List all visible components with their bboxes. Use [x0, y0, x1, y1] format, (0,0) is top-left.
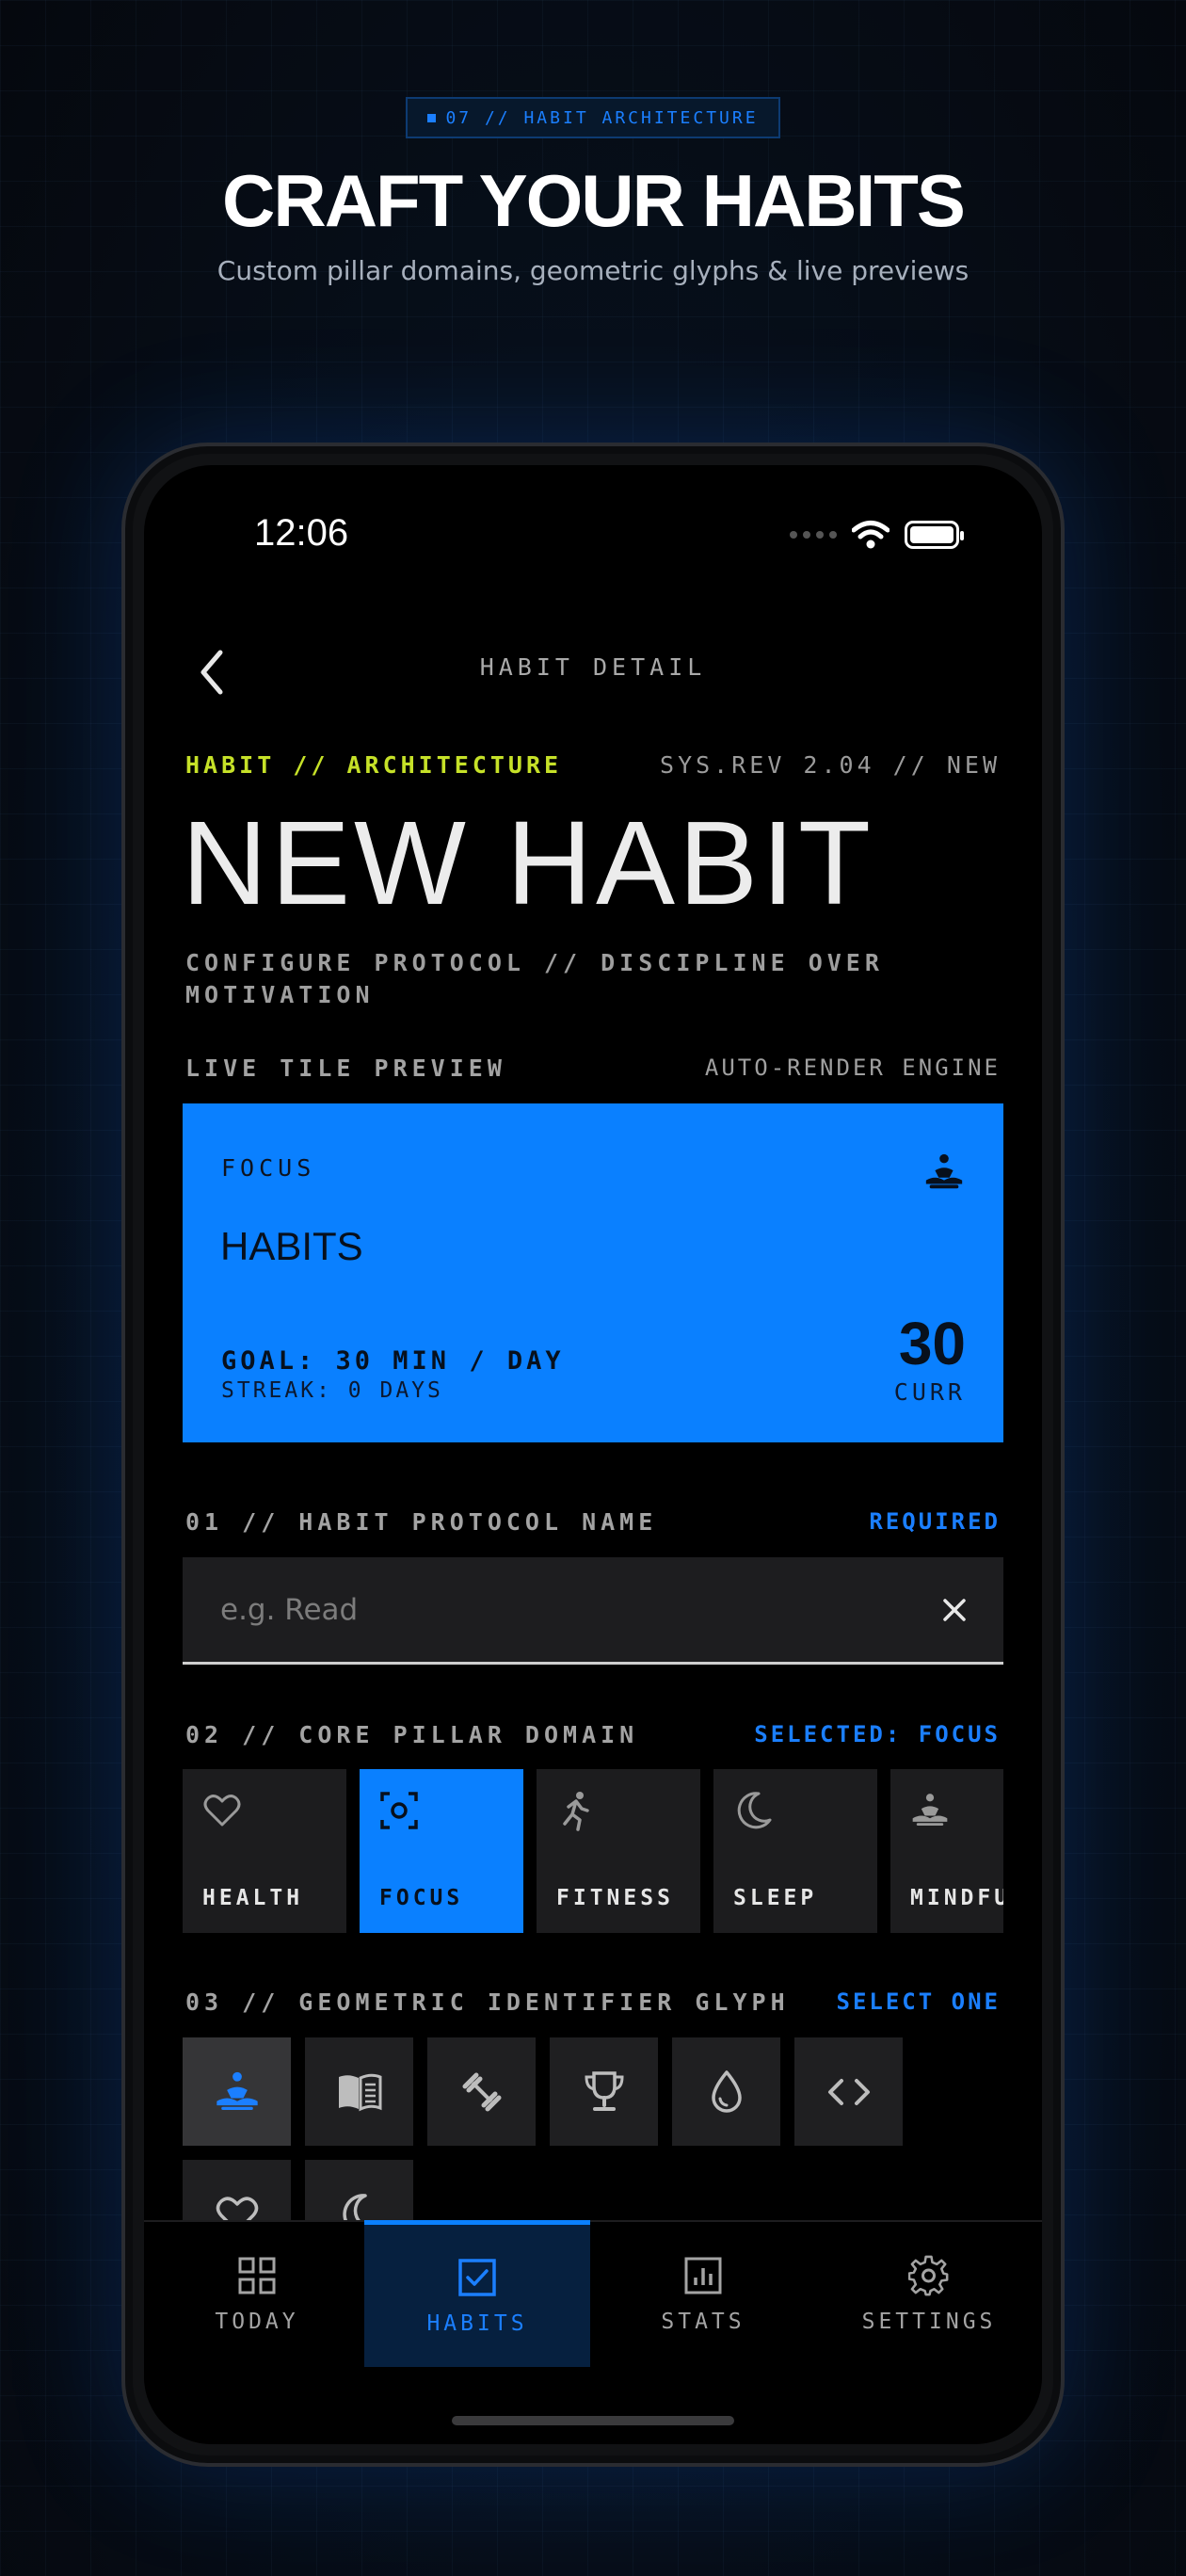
phone-screen: 12:06 HABIT DETAIL HABIT // ARCHITECTURE…: [144, 465, 1042, 2444]
status-time: 12:06: [254, 512, 349, 554]
tab-habits[interactable]: HABITS: [364, 2220, 590, 2367]
water-drop-icon: [711, 2069, 742, 2113]
tab-stats[interactable]: STATS: [590, 2222, 816, 2367]
marketing-subtitle: Custom pillar domains, geometric glyphs …: [216, 255, 970, 286]
pillar-selected-label: SELECTED: FOCUS: [754, 1721, 1001, 1747]
pillar-scroller[interactable]: HEALTH FOCUS FITNESS SLEEP MINDFU: [183, 1769, 1003, 1933]
battery-icon: [905, 521, 964, 549]
bar-chart-icon: [684, 2257, 722, 2294]
pillar-sleep[interactable]: SLEEP: [713, 1769, 877, 1933]
eyebrow-text: 07 // HABIT ARCHITECTURE: [445, 107, 759, 128]
kicker-right: SYS.REV 2.04 // NEW: [660, 751, 1001, 779]
meditation-icon: [912, 1794, 948, 1827]
marketing-title: CRAFT YOUR HABITS: [222, 159, 966, 242]
pillar-fitness[interactable]: FITNESS: [537, 1769, 700, 1933]
page-title: NEW HABIT: [182, 797, 875, 929]
tab-today[interactable]: TODAY: [144, 2222, 370, 2367]
meditation-icon: [925, 1153, 963, 1189]
pillar-label: MINDFU: [910, 1886, 1003, 1910]
tab-label: STATS: [661, 2310, 745, 2334]
checkbox-icon: [458, 2258, 496, 2296]
pillar-section-label: 02 // CORE PILLAR DOMAIN: [185, 1721, 639, 1748]
glyph-option-dumbbell[interactable]: [427, 2037, 536, 2146]
preview-engine-label: AUTO-RENDER ENGINE: [704, 1055, 1001, 1081]
tab-label: HABITS: [426, 2310, 528, 2336]
glyph-option-trophy[interactable]: [550, 2037, 658, 2146]
glyph-select-label: SELECT ONE: [836, 1988, 1001, 2015]
kicker-left: HABIT // ARCHITECTURE: [185, 751, 563, 779]
focus-icon: [380, 1792, 418, 1829]
tab-label: TODAY: [215, 2310, 299, 2334]
habit-name-input[interactable]: [220, 1557, 879, 1662]
tile-unit: CURR: [893, 1378, 966, 1406]
wifi-icon: [852, 521, 890, 549]
close-icon: [943, 1599, 966, 1621]
pillar-label: FOCUS: [379, 1886, 464, 1910]
dumbbell-icon: [462, 2072, 501, 2111]
nav-title: HABIT DETAIL: [479, 653, 707, 681]
page-subtitle: CONFIGURE PROTOCOL // DISCIPLINE OVER MO…: [185, 949, 884, 1008]
tile-goal: GOAL: 30 MIN / DAY: [221, 1346, 565, 1376]
pillar-health[interactable]: HEALTH: [183, 1769, 346, 1933]
pillar-label: HEALTH: [202, 1886, 304, 1910]
glyph-option-code[interactable]: [794, 2037, 903, 2146]
required-label: REQUIRED: [869, 1508, 1001, 1535]
tile-category: FOCUS: [221, 1154, 316, 1182]
clear-input-button[interactable]: [936, 1591, 973, 1629]
tile-value: 30: [898, 1310, 966, 1377]
glyph-option-water[interactable]: [672, 2037, 780, 2146]
code-icon: [827, 2078, 870, 2105]
glyph-section-label: 03 // GEOMETRIC IDENTIFIER GLYPH: [185, 1988, 790, 2016]
preview-label: LIVE TILE PREVIEW: [185, 1055, 506, 1082]
glyph-option-book[interactable]: [305, 2037, 413, 2146]
tab-settings[interactable]: SETTINGS: [816, 2222, 1042, 2367]
pillar-list: HEALTH FOCUS FITNESS SLEEP MINDFU: [183, 1769, 1003, 1933]
moon-icon: [737, 1792, 772, 1829]
name-section-label: 01 // HABIT PROTOCOL NAME: [185, 1508, 658, 1536]
habit-name-field[interactable]: [183, 1557, 1003, 1665]
tab-bar: TODAY HABITS STATS SETTINGS: [144, 2220, 1042, 2444]
heart-icon: [203, 1795, 241, 1827]
pillar-label: FITNESS: [556, 1886, 674, 1910]
square-icon: [427, 113, 437, 122]
pillar-mindfulness[interactable]: MINDFU: [890, 1769, 1003, 1933]
trophy-icon: [584, 2070, 624, 2111]
pillar-focus[interactable]: FOCUS: [360, 1769, 523, 1933]
gear-icon: [908, 2255, 949, 2296]
signal-icon: [790, 531, 837, 539]
grid-icon: [238, 2257, 276, 2294]
tile-habit-name: HABITS: [220, 1224, 363, 1268]
glyph-option-meditation[interactable]: [183, 2037, 291, 2146]
running-icon: [563, 1792, 589, 1831]
meditation-icon: [216, 2071, 258, 2110]
tab-label: SETTINGS: [861, 2310, 997, 2334]
tile-streak: STREAK: 0 DAYS: [221, 1378, 443, 1403]
live-tile-preview: FOCUS HABITS GOAL: 30 MIN / DAY STREAK: …: [183, 1103, 1003, 1442]
glyph-grid: [183, 2037, 903, 2146]
status-icons: [790, 520, 964, 550]
pillar-label: SLEEP: [733, 1886, 818, 1910]
book-icon: [338, 2073, 381, 2111]
eyebrow-badge: 07 // HABIT ARCHITECTURE: [406, 97, 780, 138]
home-indicator: [452, 2416, 734, 2425]
